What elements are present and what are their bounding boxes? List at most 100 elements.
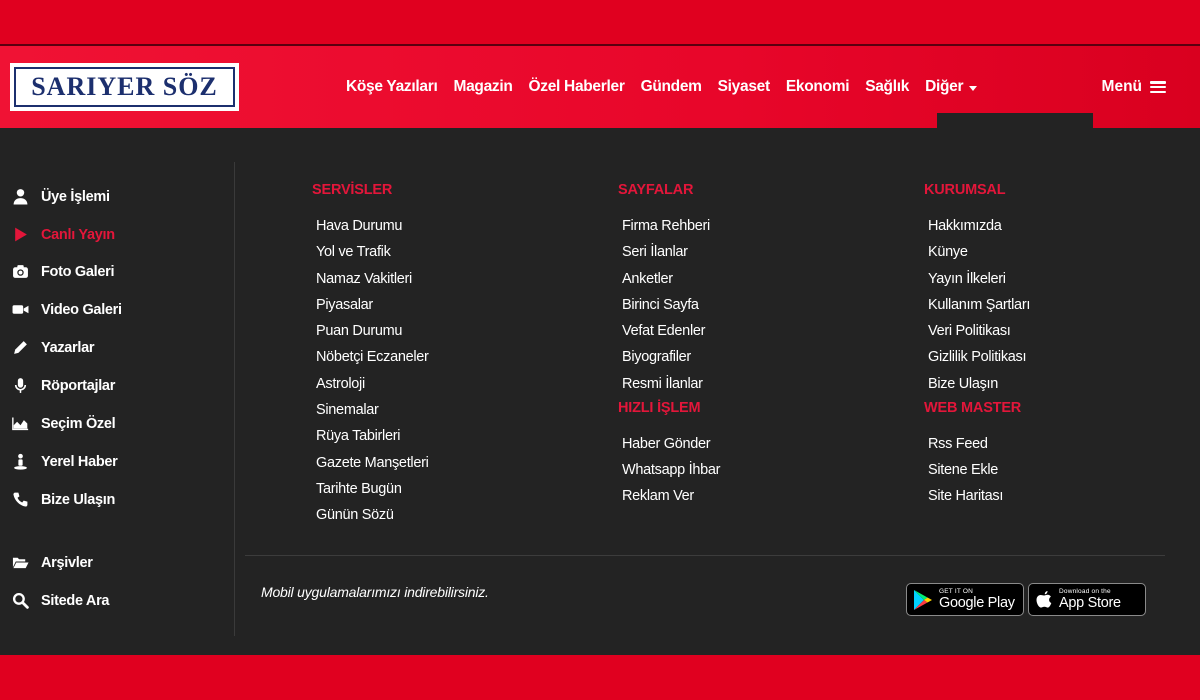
link-rss-feed[interactable]: Rss Feed — [928, 436, 988, 452]
menu-label: Menü — [1101, 78, 1142, 95]
sidebar-item-label: Yerel Haber — [41, 453, 118, 470]
link-site-haritasi[interactable]: Site Haritası — [928, 488, 1003, 504]
link-anketler[interactable]: Anketler — [622, 271, 673, 287]
link-biyografiler[interactable]: Biyografiler — [622, 349, 691, 365]
sidebar-item-roportajlar[interactable]: Röportajlar — [12, 377, 115, 394]
sidebar-item-foto-galeri[interactable]: Foto Galeri — [12, 263, 115, 280]
web-master-heading: WEB MASTER — [924, 400, 1022, 416]
camera-icon — [13, 265, 28, 278]
sidebar-item-label: Seçim Özel — [41, 415, 116, 432]
link-hava-durumu[interactable]: Hava Durumu — [316, 218, 402, 234]
microphone-icon — [14, 378, 27, 393]
servisler-heading: SERVİSLER — [312, 182, 393, 198]
footer-divider — [245, 555, 1165, 556]
top-banner-strip — [0, 0, 1200, 46]
nav-more-label: Diğer — [925, 78, 964, 95]
folder-open-icon — [12, 557, 29, 569]
link-whatsapp-ihbar[interactable]: Whatsapp İhbar — [622, 462, 720, 478]
link-resmi-ilanlar[interactable]: Resmi İlanlar — [622, 376, 703, 392]
link-yol-ve-trafik[interactable]: Yol ve Trafik — [316, 244, 391, 260]
link-kullanim-sartlari[interactable]: Kullanım Şartları — [928, 297, 1030, 313]
site-header: SARIYER SÖZ Köşe Yazıları Magazin Özel H… — [0, 46, 1200, 128]
nav-item-gundem[interactable]: Gündem — [641, 78, 702, 96]
sidebar-item-bize-ulasin[interactable]: Bize Ulaşın — [12, 491, 115, 508]
link-firma-rehberi[interactable]: Firma Rehberi — [622, 218, 710, 234]
search-icon — [12, 592, 29, 609]
sidebar-item-label: Foto Galeri — [41, 263, 115, 280]
sidebar-item-secim-ozel[interactable]: Seçim Özel — [12, 415, 116, 432]
sidebar-item-uye-islemi[interactable]: Üye İşlemi — [12, 188, 110, 205]
link-bize-ulasin[interactable]: Bize Ulaşın — [928, 376, 998, 392]
link-seri-ilanlar[interactable]: Seri İlanlar — [622, 244, 688, 260]
kurumsal-heading: KURUMSAL — [924, 182, 1006, 198]
app-store-button[interactable]: Download on the App Store — [1028, 583, 1146, 616]
sidebar-item-video-galeri[interactable]: Video Galeri — [12, 301, 122, 318]
link-gizlilik-politikasi[interactable]: Gizlilik Politikası — [928, 349, 1027, 365]
link-nobetci-eczaneler[interactable]: Nöbetçi Eczaneler — [316, 349, 429, 365]
link-gunun-sozu[interactable]: Günün Sözü — [316, 507, 394, 523]
mega-menu-panel: Üye İşlemi Canlı Yayın Foto Galeri Video… — [0, 128, 1200, 655]
link-haber-gonder[interactable]: Haber Gönder — [622, 436, 711, 452]
link-namaz-vakitleri[interactable]: Namaz Vakitleri — [316, 271, 412, 287]
link-reklam-ver[interactable]: Reklam Ver — [622, 488, 694, 504]
link-tarihte-bugun[interactable]: Tarihte Bugün — [316, 481, 402, 497]
nav-item-diger[interactable]: Diğer — [925, 78, 978, 96]
nav-item-saglik[interactable]: Sağlık — [865, 78, 909, 96]
nav-item-ozel-haberler[interactable]: Özel Haberler — [529, 78, 625, 96]
sidebar-item-label: Üye İşlemi — [41, 188, 110, 205]
sidebar-item-label: Canlı Yayın — [41, 226, 115, 243]
nav-item-ekonomi[interactable]: Ekonomi — [786, 78, 850, 96]
link-gazete-mansetleri[interactable]: Gazete Manşetleri — [316, 455, 429, 471]
link-hakkimizda[interactable]: Hakkımızda — [928, 218, 1002, 234]
sidebar-item-arsivler[interactable]: Arşivler — [12, 554, 93, 571]
bottom-banner-strip — [0, 655, 1200, 700]
apple-icon — [1036, 590, 1052, 608]
link-birinci-sayfa[interactable]: Birinci Sayfa — [622, 297, 699, 313]
google-play-big-text: Google Play — [939, 595, 1015, 611]
nav-item-magazin[interactable]: Magazin — [453, 78, 512, 96]
area-chart-icon — [12, 417, 29, 431]
sidebar-item-label: Yazarlar — [41, 339, 95, 356]
mobile-apps-text: Mobil uygulamalarımızı indirebilirsiniz. — [261, 584, 489, 600]
link-ruya-tabirleri[interactable]: Rüya Tabirleri — [316, 428, 400, 444]
pencil-icon — [14, 341, 27, 354]
sidebar-item-label: Video Galeri — [41, 301, 122, 318]
link-kunye[interactable]: Künye — [928, 244, 968, 260]
nav-item-kose-yazilari[interactable]: Köşe Yazıları — [346, 78, 438, 96]
caret-down-icon — [969, 85, 978, 91]
link-sitene-ekle[interactable]: Sitene Ekle — [928, 462, 998, 478]
street-view-icon — [14, 453, 27, 470]
sidebar-item-label: Sitede Ara — [41, 592, 110, 609]
link-veri-politikasi[interactable]: Veri Politikası — [928, 323, 1011, 339]
link-vefat-edenler[interactable]: Vefat Edenler — [622, 323, 705, 339]
sidebar-item-yerel-haber[interactable]: Yerel Haber — [12, 453, 118, 470]
sidebar-item-canli-yayin[interactable]: Canlı Yayın — [12, 226, 115, 243]
google-play-button[interactable]: GET IT ON Google Play — [906, 583, 1024, 616]
link-astroloji[interactable]: Astroloji — [316, 376, 365, 392]
link-piyasalar[interactable]: Piyasalar — [316, 297, 373, 313]
sidebar-item-label: Arşivler — [41, 554, 93, 571]
link-yayin-ilkeleri[interactable]: Yayın İlkeleri — [928, 271, 1006, 287]
google-play-icon — [914, 589, 932, 610]
video-camera-icon — [12, 305, 29, 314]
sidebar-item-yazarlar[interactable]: Yazarlar — [12, 339, 95, 356]
main-nav: Köşe Yazıları Magazin Özel Haberler Günd… — [346, 46, 993, 128]
nav-item-siyaset[interactable]: Siyaset — [718, 78, 771, 96]
logo-text: SARIYER SÖZ — [14, 67, 235, 107]
link-sinemalar[interactable]: Sinemalar — [316, 402, 379, 418]
hizli-islem-heading: HIZLI İŞLEM — [618, 400, 701, 416]
site-logo[interactable]: SARIYER SÖZ — [10, 63, 239, 111]
user-icon — [13, 189, 28, 205]
phone-icon — [13, 492, 28, 507]
sayfalar-heading: SAYFALAR — [618, 182, 694, 198]
play-icon — [15, 227, 27, 242]
dropdown-tab-indicator — [937, 113, 1093, 128]
sidebar-item-label: Röportajlar — [41, 377, 116, 394]
sidebar-item-sitede-ara[interactable]: Sitede Ara — [12, 592, 109, 609]
hamburger-icon — [1150, 81, 1166, 93]
menu-button[interactable]: Menü — [1102, 46, 1166, 128]
app-store-big-text: App Store — [1059, 595, 1121, 611]
sidebar-item-label: Bize Ulaşın — [41, 491, 116, 508]
sidebar: Üye İşlemi Canlı Yayın Foto Galeri Video… — [0, 162, 235, 636]
link-puan-durumu[interactable]: Puan Durumu — [316, 323, 402, 339]
